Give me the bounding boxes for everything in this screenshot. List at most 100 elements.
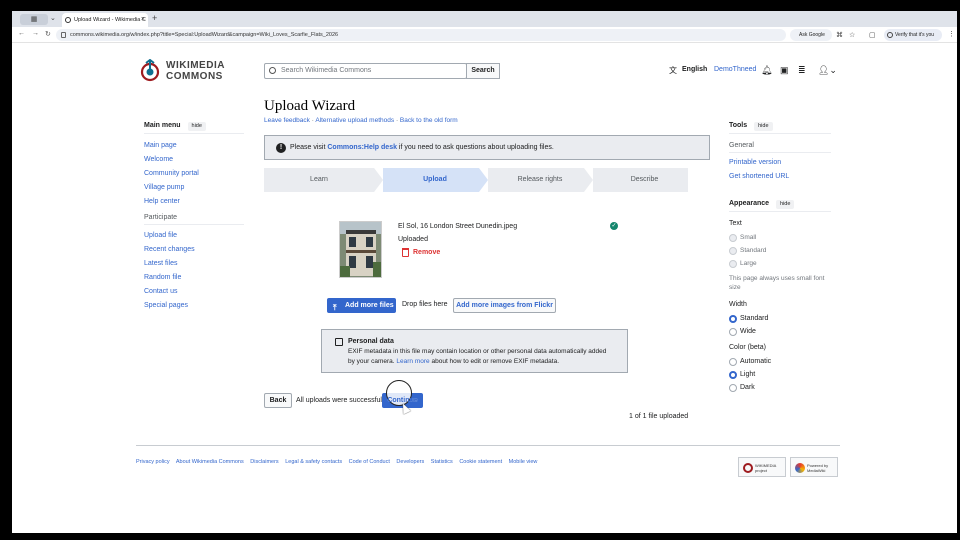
footer-link[interactable]: Cookie statement: [459, 459, 502, 465]
help-desk-link[interactable]: Commons:Help desk: [327, 144, 397, 151]
site-info-icon[interactable]: [61, 32, 66, 38]
participate-item[interactable]: Contact us: [144, 285, 244, 299]
footer-link[interactable]: Privacy policy: [136, 459, 170, 465]
extensions-icon[interactable]: ▢: [869, 31, 876, 39]
radio-icon[interactable]: [729, 328, 737, 336]
footer-link[interactable]: Disclaimers: [250, 459, 278, 465]
screen: ▦ ⌄ Upload Wizard - Wikimedia C × + ← → …: [12, 11, 957, 533]
alternative-methods-link[interactable]: Alternative upload methods: [315, 117, 394, 124]
step-learn: Learn: [264, 168, 374, 192]
notifications-bell-icon[interactable]: 🔔︎: [761, 65, 772, 76]
footer-link[interactable]: Mobile view: [509, 459, 538, 465]
file-name: El Sol, 16 London Street Dunedin.jpeg: [398, 223, 518, 230]
participate-item[interactable]: Upload file: [144, 229, 244, 243]
upload-success-check-icon: ✓: [610, 222, 618, 230]
new-tab-icon[interactable]: +: [152, 13, 157, 23]
participate-item[interactable]: Recent changes: [144, 243, 244, 257]
radio-selected-icon[interactable]: [729, 371, 737, 379]
add-more-files-button[interactable]: ⤒ Add more files: [327, 298, 396, 313]
browser-tab-bar: ▦ ⌄ Upload Wizard - Wikimedia C × +: [12, 11, 957, 27]
text-fragment: by your camera.: [348, 358, 397, 365]
option-label: Automatic: [740, 358, 772, 365]
back-button[interactable]: Back: [264, 393, 292, 408]
participate-item[interactable]: Latest files: [144, 257, 244, 271]
footer-link[interactable]: Statistics: [431, 459, 453, 465]
uploaded-count: 1 of 1 file uploaded: [629, 413, 689, 420]
main-menu-hide-button[interactable]: hide: [187, 122, 206, 131]
step-upload: Upload: [383, 168, 479, 192]
bookmark-star-icon[interactable]: ☆: [849, 31, 855, 39]
search-placeholder: Search Wikimedia Commons: [281, 67, 372, 74]
footer-divider: [136, 445, 840, 446]
old-form-link[interactable]: Back to the old form: [400, 117, 458, 124]
notice-text: if you need to ask questions about uploa…: [396, 144, 554, 151]
radio-icon[interactable]: [729, 384, 737, 392]
footer-link[interactable]: About Wikimedia Commons: [176, 459, 244, 465]
search-input[interactable]: Search Wikimedia Commons: [264, 63, 467, 79]
main-menu-item[interactable]: Help center: [144, 195, 244, 209]
watchlist-icon[interactable]: ≣: [798, 65, 806, 76]
color-option[interactable]: Dark: [729, 381, 831, 394]
participate-heading: Participate: [144, 211, 244, 225]
participate-item[interactable]: Special pages: [144, 299, 244, 313]
back-arrow-icon[interactable]: ←: [18, 30, 25, 37]
text-size-label: Text: [729, 220, 742, 227]
radio-icon[interactable]: [729, 358, 737, 366]
personal-data-text: EXIF metadata in this file may contain l…: [348, 348, 607, 355]
width-option[interactable]: Standard: [729, 312, 831, 325]
wizard-links: Leave feedback · Alternative upload meth…: [264, 117, 458, 124]
main-menu-item[interactable]: Community portal: [144, 167, 244, 181]
language-icon: 文: [669, 66, 677, 75]
site-wordmark[interactable]: WIKIMEDIA COMMONS: [166, 60, 225, 82]
tools-link[interactable]: Printable version: [729, 156, 831, 170]
option-label: Large: [740, 260, 757, 267]
search-button[interactable]: Search: [466, 63, 500, 79]
radio-selected-icon[interactable]: [729, 315, 737, 323]
radio-icon: [729, 260, 737, 268]
color-option[interactable]: Light: [729, 368, 831, 381]
main-menu-item[interactable]: Welcome: [144, 153, 244, 167]
appearance-hide-button[interactable]: hide: [776, 200, 795, 209]
remove-file-button[interactable]: Remove: [402, 247, 440, 259]
main-menu-item[interactable]: Village pump: [144, 181, 244, 195]
color-option[interactable]: Automatic: [729, 355, 831, 368]
browser-menu-icon[interactable]: ⋮: [948, 30, 955, 38]
translate-icon[interactable]: ⌘: [836, 31, 843, 39]
powered-by-mediawiki-badge[interactable]: Powered by MediaWiki: [790, 457, 838, 477]
language-selector[interactable]: 文 English: [669, 66, 707, 75]
footer-link[interactable]: Legal & safety contacts: [285, 459, 342, 465]
learn-more-link[interactable]: Learn more: [396, 358, 429, 365]
uploads-tray-icon[interactable]: ▣: [780, 65, 789, 76]
drop-files-zone[interactable]: Drop files here: [402, 301, 448, 308]
forward-arrow-icon[interactable]: →: [32, 30, 39, 37]
wikimedia-logo-icon: [743, 463, 753, 473]
participate-item[interactable]: Random file: [144, 271, 244, 285]
main-menu-item[interactable]: Main page: [144, 139, 244, 153]
text-size-option: Small: [729, 231, 831, 244]
add-from-flickr-button[interactable]: Add more images from Flickr: [453, 298, 556, 313]
text-size-option: Large: [729, 257, 831, 270]
tools-link[interactable]: Get shortened URL: [729, 170, 831, 184]
tab-list-chevron-icon[interactable]: ⌄: [50, 14, 56, 22]
wikimedia-project-badge[interactable]: WIKIMEDIA project: [738, 457, 786, 477]
tools-hide-button[interactable]: hide: [754, 122, 773, 131]
footer-link[interactable]: Code of Conduct: [349, 459, 390, 465]
wikimedia-commons-logo-icon[interactable]: [138, 59, 162, 83]
reload-icon[interactable]: ↻: [45, 30, 51, 38]
step-arrow: [479, 168, 488, 192]
step-arrow: [584, 168, 593, 192]
width-option[interactable]: Wide: [729, 325, 831, 338]
browser-tab[interactable]: Upload Wizard - Wikimedia C ×: [62, 13, 148, 27]
address-bar[interactable]: commons.wikimedia.org/w/index.php?title=…: [56, 29, 786, 41]
user-menu-icon[interactable]: 👤︎⌄: [818, 65, 837, 76]
house-photo-image: [340, 222, 381, 277]
remove-label: Remove: [413, 249, 441, 256]
ask-google-button[interactable]: Ask Google: [790, 29, 832, 41]
tab-group-icon[interactable]: ▦: [20, 14, 48, 25]
help-notice: ! Please visit Commons:Help desk if you …: [264, 135, 710, 160]
leave-feedback-link[interactable]: Leave feedback: [264, 117, 310, 124]
verify-identity-button[interactable]: Verify that it's you: [884, 29, 942, 41]
footer-link[interactable]: Developers: [396, 459, 424, 465]
close-tab-icon[interactable]: ×: [141, 13, 145, 27]
username-link[interactable]: DemoThneed: [714, 66, 756, 73]
